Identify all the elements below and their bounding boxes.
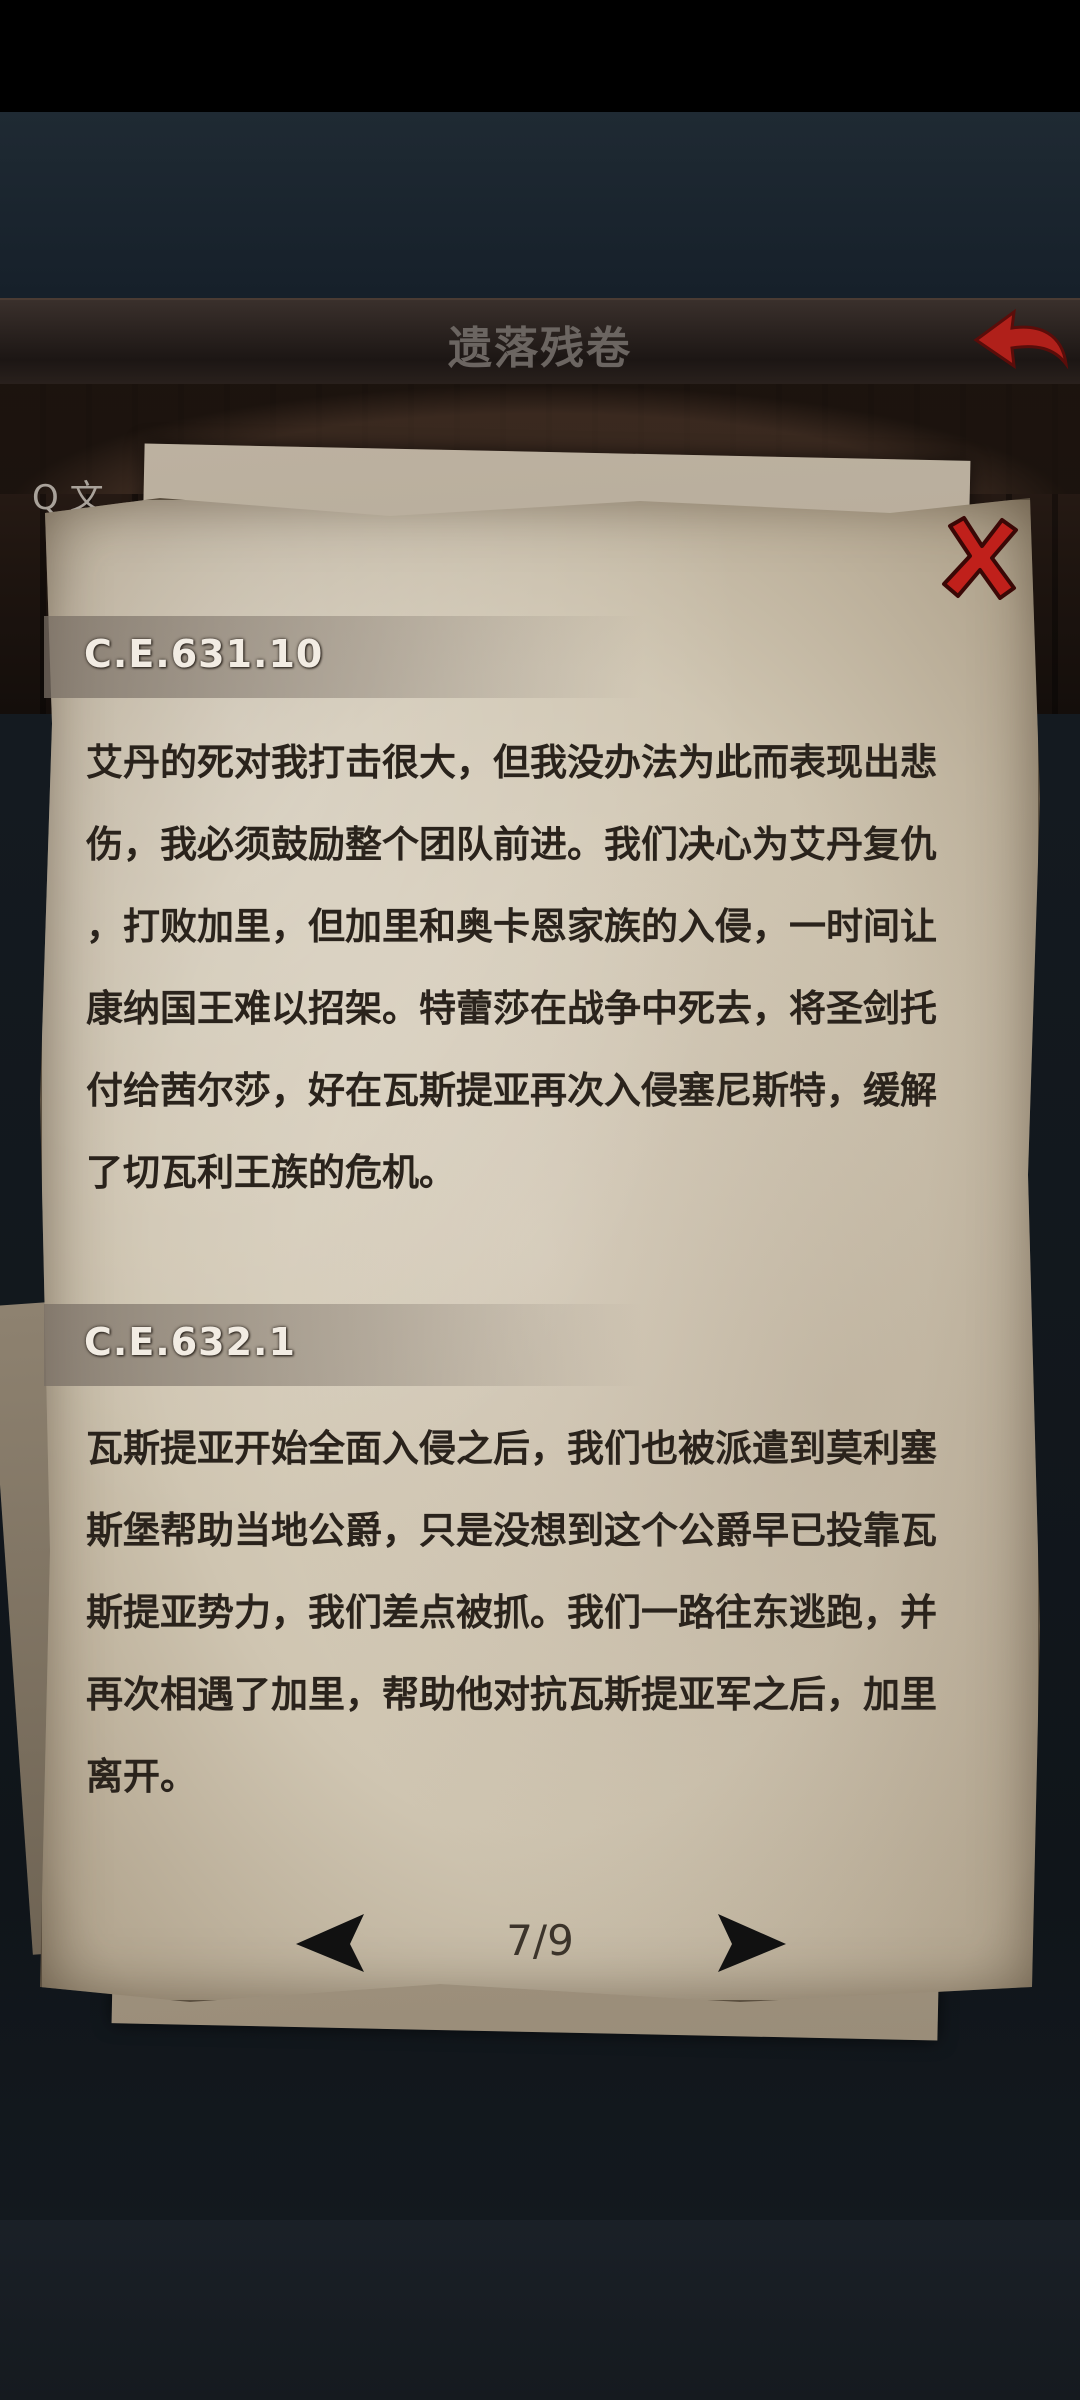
entry-line: ，打败加里，但加里和奥卡恩家族的入侵，一时间让 — [86, 905, 937, 948]
prev-page-arrow-icon — [296, 1914, 364, 1972]
back-arrow-icon — [973, 308, 1069, 370]
entry-date-band: C.E.631.10 — [44, 616, 644, 698]
entry-line: 付给茜尔莎，好在瓦斯提亚再次入侵塞尼斯特，缓解 — [86, 1069, 937, 1112]
entry-line: 再次相遇了加里，帮助他对抗瓦斯提亚军之后，加里 — [86, 1673, 937, 1716]
entry-line: 离开。 — [86, 1755, 197, 1798]
entry-line: 斯堡帮助当地公爵，只是没想到这个公爵早已投靠瓦 — [86, 1509, 937, 1552]
back-button[interactable] — [970, 306, 1070, 380]
entry-text: 艾丹的死对我打击很大，但我没办法为此而表现出悲 伤，我必须鼓励整个团队前进。我们… — [86, 722, 986, 1214]
entry-line: 艾丹的死对我打击很大，但我没办法为此而表现出悲 — [86, 741, 937, 784]
entry-line: 瓦斯提亚开始全面入侵之后，我们也被派遣到莫利塞 — [86, 1427, 937, 1470]
page-indicator: 7/9 — [506, 1916, 574, 1965]
title-bar: 遗落残卷 — [0, 298, 1080, 389]
close-x-icon — [942, 516, 1018, 600]
close-button[interactable] — [938, 512, 1022, 600]
background-bottom — [0, 2220, 1080, 2400]
background-top — [0, 112, 1080, 298]
status-bar — [0, 0, 1080, 112]
entry-line: 了切瓦利王族的危机。 — [86, 1151, 456, 1194]
prev-page-button[interactable] — [292, 1908, 372, 1978]
entry-date: C.E.632.1 — [84, 1320, 296, 1364]
entry-date-band: C.E.632.1 — [44, 1304, 644, 1386]
page-title: 遗落残卷 — [448, 323, 632, 374]
entry-line: 斯提亚势力，我们差点被抓。我们一路往东逃跑，并 — [86, 1591, 937, 1634]
entry-line: 康纳国王难以招架。特蕾莎在战争中死去，将圣剑托 — [86, 987, 937, 1030]
next-page-button[interactable] — [710, 1908, 790, 1978]
next-page-arrow-icon — [718, 1914, 786, 1972]
entry-text: 瓦斯提亚开始全面入侵之后，我们也被派遣到莫利塞 斯堡帮助当地公爵，只是没想到这个… — [86, 1408, 986, 1818]
entry-date: C.E.631.10 — [84, 632, 324, 676]
entry-line: 伤，我必须鼓励整个团队前进。我们决心为艾丹复仇 — [86, 823, 937, 866]
